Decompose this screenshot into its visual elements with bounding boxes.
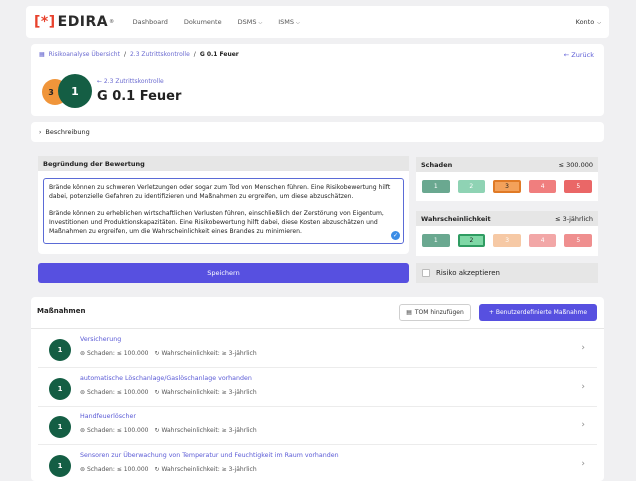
measure-damage: ⊚ Schaden: ≤ 100.000	[80, 388, 149, 396]
chevron-right-icon: ›	[581, 381, 585, 392]
measure-damage: ⊚ Schaden: ≤ 100.000	[80, 465, 149, 473]
divider	[31, 328, 604, 329]
scale-level-1[interactable]: 1	[422, 180, 450, 193]
scale-level-1[interactable]: 1	[422, 234, 450, 247]
chevron-right-icon: ›	[39, 128, 42, 136]
check-icon: ✓	[391, 231, 400, 240]
probability-panel: Wahrscheinlichkeit ≤ 3-jährlich 12345	[416, 211, 598, 256]
main-nav: Dashboard Dokumente DSMS ⌵ ISMS ⌵	[133, 18, 300, 26]
top-navigation-bar: [*] EDIRA ® Dashboard Dokumente DSMS ⌵ IS…	[26, 6, 609, 38]
rating-justification-textarea[interactable]: Brände können zu schweren Verletzungen o…	[43, 178, 404, 244]
measure-risk-badge: 1	[49, 377, 71, 400]
chevron-down-icon: ⌵	[296, 20, 300, 26]
measure-probability: ↻ Wahrscheinlichkeit: ≥ 3-jährlich	[154, 350, 257, 357]
measure-damage: ⊚ Schaden: ≤ 100.000	[80, 427, 149, 434]
probability-value: ≤ 3-jährlich	[555, 214, 593, 223]
measure-title[interactable]: Sensoren zur Überwachung von Temperatur …	[80, 452, 339, 459]
measure-risk-badge: 1	[49, 454, 71, 477]
rating-justification-card: Begründung der Bewertung Brände können z…	[38, 156, 409, 254]
breadcrumb-current: G 0.1 Feuer	[199, 51, 239, 58]
measure-title[interactable]: automatische Löschanlage/Gaslöschanlage …	[80, 375, 252, 382]
scale-level-5[interactable]: 5	[564, 234, 593, 247]
damage-label: Schaden	[421, 160, 453, 169]
measure-item[interactable]: 1 Sensoren zur Überwachung von Temperatur…	[38, 445, 597, 481]
grid-icon: ▦	[39, 51, 45, 58]
risk-header-card: ▦ Risikoanalyse Übersicht / 2.3 Zutritts…	[31, 44, 604, 116]
nav-dashboard[interactable]: Dashboard	[133, 18, 168, 26]
shield-icon: ⊚	[80, 388, 87, 396]
risk-accept-checkbox[interactable]: Risiko akzeptieren	[416, 263, 598, 283]
scale-level-3[interactable]: 3	[493, 180, 521, 193]
measure-item[interactable]: 1 Versicherung ⊚ Schaden: ≤ 100.000 ↻ Wahrs…	[38, 330, 597, 368]
shield-icon: ⊚	[80, 427, 87, 434]
shield-icon: ⊚	[80, 350, 87, 357]
damage-scale: 12345	[416, 172, 598, 193]
measure-probability: ↻ Wahrscheinlichkeit: ≥ 3-jährlich	[154, 465, 257, 473]
measures-heading: Maßnahmen	[37, 307, 86, 315]
document-icon: ▤	[406, 309, 412, 316]
probability-label: Wahrscheinlichkeit	[421, 214, 491, 223]
chevron-down-icon: ⌵	[258, 20, 263, 26]
nav-dokumente[interactable]: Dokumente	[184, 18, 222, 26]
account-menu[interactable]: Konto ⌵	[576, 18, 601, 26]
damage-value: ≤ 300.000	[558, 160, 593, 169]
page-title: G 0.1 Feuer	[97, 89, 182, 104]
probability-scale: 12345	[416, 226, 598, 247]
save-button[interactable]: Speichern	[38, 263, 409, 283]
scale-level-4[interactable]: 4	[528, 234, 557, 247]
measure-damage: ⊚ Schaden: ≤ 100.000	[80, 350, 149, 357]
scale-level-2[interactable]: 2	[457, 234, 486, 247]
parent-link[interactable]: ← 2.3 Zutrittskontrolle	[97, 78, 164, 85]
measure-probability: ↻ Wahrscheinlichkeit: ≥ 3-jährlich	[154, 427, 257, 434]
edira-logo[interactable]: [*] EDIRA ®	[34, 14, 115, 30]
measure-risk-badge: 1	[49, 339, 71, 361]
measure-item[interactable]: 1 automatische Löschanlage/Gaslöschanlage…	[38, 368, 597, 407]
add-custom-measure-button[interactable]: + Benutzerdefinierte Maßnahme	[479, 304, 597, 321]
description-toggle[interactable]: › Beschreibung	[31, 122, 604, 142]
measure-title[interactable]: Handfeuerlöscher	[80, 413, 136, 420]
chevron-right-icon: ›	[581, 458, 585, 469]
rating-justification-heading: Begründung der Bewertung	[38, 156, 409, 171]
damage-panel: Schaden ≤ 300.000 12345	[416, 157, 598, 201]
nav-dsms[interactable]: DSMS ⌵	[238, 18, 263, 26]
measure-probability: ↻ Wahrscheinlichkeit: ≥ 3-jährlich	[154, 388, 257, 396]
measure-title[interactable]: Versicherung	[80, 336, 121, 343]
nav-isms[interactable]: ISMS ⌵	[278, 18, 300, 26]
measure-risk-badge: 1	[49, 416, 71, 438]
breadcrumb-overview[interactable]: Risikoanalyse Übersicht	[49, 51, 120, 58]
chevron-down-icon: ⌵	[597, 20, 601, 26]
measure-item[interactable]: 1 Handfeuerlöscher ⊚ Schaden: ≤ 100.000 ↻ W…	[38, 407, 597, 445]
scale-level-4[interactable]: 4	[528, 180, 557, 193]
scale-level-2[interactable]: 2	[457, 180, 486, 193]
scale-level-3[interactable]: 3	[493, 234, 521, 247]
scale-level-5[interactable]: 5	[564, 180, 593, 193]
back-link[interactable]: ← Zurück	[564, 51, 594, 59]
breadcrumb: ▦ Risikoanalyse Übersicht / 2.3 Zutritts…	[39, 51, 239, 58]
add-tom-button[interactable]: ▤ TOM hinzufügen	[399, 304, 471, 321]
chevron-right-icon: ›	[581, 343, 585, 353]
chevron-right-icon: ›	[581, 420, 585, 430]
breadcrumb-zutrittskontrolle[interactable]: 2.3 Zutrittskontrolle	[130, 51, 190, 58]
risk-after-badge: 1	[58, 74, 92, 108]
checkbox[interactable]	[422, 269, 430, 277]
shield-icon: ⊚	[80, 465, 87, 473]
